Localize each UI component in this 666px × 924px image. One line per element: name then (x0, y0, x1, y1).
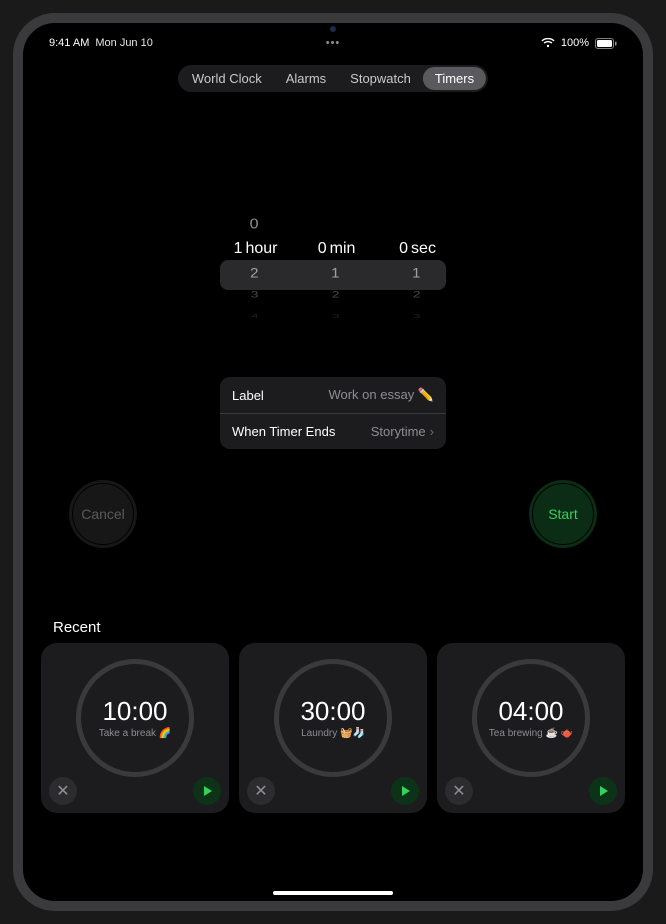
recent-timer-label: Take a break 🌈 (99, 728, 172, 740)
timer-ring-icon: 04:00 Tea brewing ☕️ 🫖 (472, 659, 590, 777)
play-icon (600, 786, 608, 796)
picker-hours-selected: 1 (226, 240, 242, 258)
play-icon (204, 786, 212, 796)
recent-timer-label: Laundry 🧺🧦 (301, 728, 365, 740)
start-button[interactable]: Start (529, 480, 597, 548)
camera-dot (330, 26, 336, 32)
picker-minutes-column[interactable]: 0 min 1 2 3 (294, 213, 372, 333)
tab-alarms[interactable]: Alarms (274, 67, 338, 90)
cancel-button[interactable]: Cancel (69, 480, 137, 548)
timer-ring-icon: 30:00 Laundry 🧺🧦 (274, 659, 392, 777)
picker-hours-below-2: 4 (243, 312, 259, 319)
timer-settings-list: Label Work on essay ✏️ When Timer Ends S… (220, 377, 446, 449)
ipad-device-frame: 9:41 AM Mon Jun 10 100% ••• World Clock … (13, 13, 653, 911)
wifi-icon (541, 38, 555, 48)
tab-stopwatch[interactable]: Stopwatch (338, 67, 423, 90)
delete-recent-button[interactable]: ✕ (49, 777, 77, 805)
close-icon: ✕ (452, 781, 465, 801)
delete-recent-button[interactable]: ✕ (247, 777, 275, 805)
tab-timers[interactable]: Timers (423, 67, 486, 90)
picker-hours-column[interactable]: 0 1 hour 2 3 4 (213, 213, 291, 333)
setting-label-key: Label (232, 388, 264, 403)
start-recent-button[interactable] (193, 777, 221, 805)
picker-hours-above-0: 0 (243, 217, 259, 234)
start-button-label: Start (548, 506, 578, 522)
picker-minutes-below-2: 3 (324, 312, 340, 319)
duration-picker[interactable]: 0 1 hour 2 3 4 0 min 1 2 3 0 sec 1 2 3 (213, 213, 453, 333)
start-recent-button[interactable] (391, 777, 419, 805)
multitask-dots-icon[interactable]: ••• (326, 37, 341, 49)
recent-section-title: Recent (53, 619, 101, 636)
tab-world-clock[interactable]: World Clock (180, 67, 274, 90)
picker-minutes-unit: min (330, 240, 356, 258)
picker-seconds-below-0: 1 (405, 265, 421, 281)
picker-seconds-below-1: 2 (405, 289, 421, 299)
picker-seconds-unit: sec (411, 240, 436, 258)
picker-minutes-below-0: 1 (324, 265, 340, 281)
battery-percentage: 100% (561, 37, 589, 49)
recent-timer-time: 30:00 (300, 696, 365, 727)
chevron-right-icon: › (430, 424, 434, 439)
home-indicator[interactable] (273, 891, 393, 895)
picker-hours-below-1: 3 (243, 289, 259, 299)
recent-timer-card[interactable]: 04:00 Tea brewing ☕️ 🫖 ✕ (437, 643, 625, 813)
close-icon: ✕ (254, 781, 267, 801)
recent-timer-card[interactable]: 30:00 Laundry 🧺🧦 ✕ (239, 643, 427, 813)
recent-timers-row: 10:00 Take a break 🌈 ✕ 30:00 Laundry 🧺🧦 … (41, 643, 625, 813)
setting-row-label[interactable]: Label Work on essay ✏️ (220, 377, 446, 413)
setting-row-when-timer-ends[interactable]: When Timer Ends Storytime › (220, 413, 446, 449)
picker-seconds-below-2: 3 (405, 312, 421, 319)
status-date: Mon Jun 10 (95, 37, 152, 49)
picker-seconds-column[interactable]: 0 sec 1 2 3 (375, 213, 453, 333)
close-icon: ✕ (56, 781, 69, 801)
recent-timer-time: 04:00 (498, 696, 563, 727)
status-time: 9:41 AM (49, 37, 89, 49)
delete-recent-button[interactable]: ✕ (445, 777, 473, 805)
picker-minutes-selected: 0 (311, 240, 327, 258)
picker-minutes-below-1: 2 (324, 289, 340, 299)
play-icon (402, 786, 410, 796)
start-recent-button[interactable] (589, 777, 617, 805)
setting-label-value: Work on essay ✏️ (328, 387, 434, 403)
setting-ends-key: When Timer Ends (232, 424, 335, 439)
recent-timer-card[interactable]: 10:00 Take a break 🌈 ✕ (41, 643, 229, 813)
clock-mode-segmented-control[interactable]: World Clock Alarms Stopwatch Timers (178, 65, 488, 92)
recent-timer-label: Tea brewing ☕️ 🫖 (489, 728, 573, 740)
recent-timer-time: 10:00 (102, 696, 167, 727)
battery-icon (595, 38, 617, 49)
picker-hours-below-0: 2 (243, 265, 259, 281)
timer-ring-icon: 10:00 Take a break 🌈 (76, 659, 194, 777)
cancel-button-label: Cancel (81, 506, 125, 522)
setting-ends-value: Storytime (371, 424, 426, 439)
picker-hours-unit: hour (245, 240, 277, 258)
picker-seconds-selected: 0 (392, 240, 408, 258)
